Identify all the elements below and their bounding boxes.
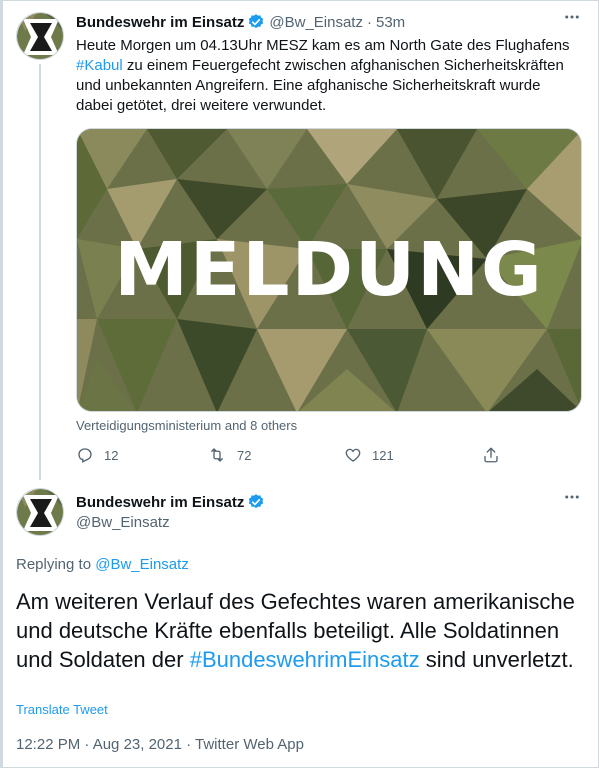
tweet-timestamp-source[interactable]: 12:22 PM · Aug 23, 2021 · Twitter Web Ap… — [16, 736, 304, 753]
like-count: 121 — [372, 447, 394, 463]
tweet-text-part: Heute Morgen um 04.13Uhr MESZ kam es am … — [76, 37, 570, 54]
reply-button[interactable]: 12 — [76, 446, 118, 464]
tweet-text-part: sind unverletzt. — [419, 647, 574, 672]
tweet-text-part: zu einem Feuergefecht zwischen afghanisc… — [76, 57, 564, 114]
tweet1-actions: 12 72 121 — [76, 446, 516, 468]
tweet1-text: Heute Morgen um 04.13Uhr MESZ kam es am … — [76, 36, 576, 116]
heart-icon — [345, 448, 361, 462]
retweet-icon — [211, 448, 223, 462]
avatar[interactable] — [16, 12, 64, 60]
iron-cross-icon — [17, 13, 63, 59]
verified-badge-icon — [247, 493, 265, 511]
translate-tweet-link[interactable]: Translate Tweet — [16, 702, 108, 717]
author-name[interactable]: Bundeswehr im Einsatz — [76, 494, 244, 511]
author-handle[interactable]: @Bw_Einsatz — [76, 514, 170, 531]
reply-count: 12 — [104, 447, 119, 463]
tweet2-name-row: Bundeswehr im Einsatz — [76, 493, 265, 511]
tweet1-header: Bundeswehr im Einsatz @Bw_Einsatz · 53m — [76, 13, 405, 31]
thread-line — [39, 64, 41, 480]
hashtag-link[interactable]: #BundeswehrimEinsatz — [190, 647, 420, 672]
hashtag-link[interactable]: #Kabul — [76, 57, 123, 74]
retweet-button[interactable]: 72 — [207, 446, 251, 464]
author-handle[interactable]: @Bw_Einsatz — [269, 14, 363, 31]
avatar[interactable] — [16, 488, 64, 536]
more-dots-icon[interactable] — [563, 8, 581, 31]
iron-cross-icon — [17, 489, 63, 535]
like-button[interactable]: 121 — [344, 446, 394, 464]
more-dots-icon[interactable] — [563, 488, 581, 511]
tweet2-text: Am weiteren Verlauf des Gefechtes waren … — [16, 587, 586, 674]
tweet-time[interactable]: 53m — [376, 14, 405, 31]
author-name[interactable]: Bundeswehr im Einsatz — [76, 14, 244, 31]
image-title-text: MELDUNG — [114, 227, 544, 313]
tweet-media-image[interactable]: MELDUNG — [76, 128, 582, 412]
replying-to: Replying to @Bw_Einsatz — [16, 556, 189, 573]
replying-handle-link[interactable]: @Bw_Einsatz — [95, 556, 189, 573]
replying-prefix: Replying to — [16, 556, 96, 573]
separator-dot: · — [366, 13, 372, 31]
retweet-count: 72 — [237, 447, 252, 463]
share-button[interactable] — [482, 446, 510, 464]
tweet2-handle-row: @Bw_Einsatz — [76, 514, 170, 531]
tagged-users[interactable]: Verteidigungsministerium and 8 others — [76, 418, 297, 433]
verified-badge-icon — [247, 13, 265, 31]
share-icon — [484, 447, 498, 463]
reply-icon — [78, 448, 92, 463]
